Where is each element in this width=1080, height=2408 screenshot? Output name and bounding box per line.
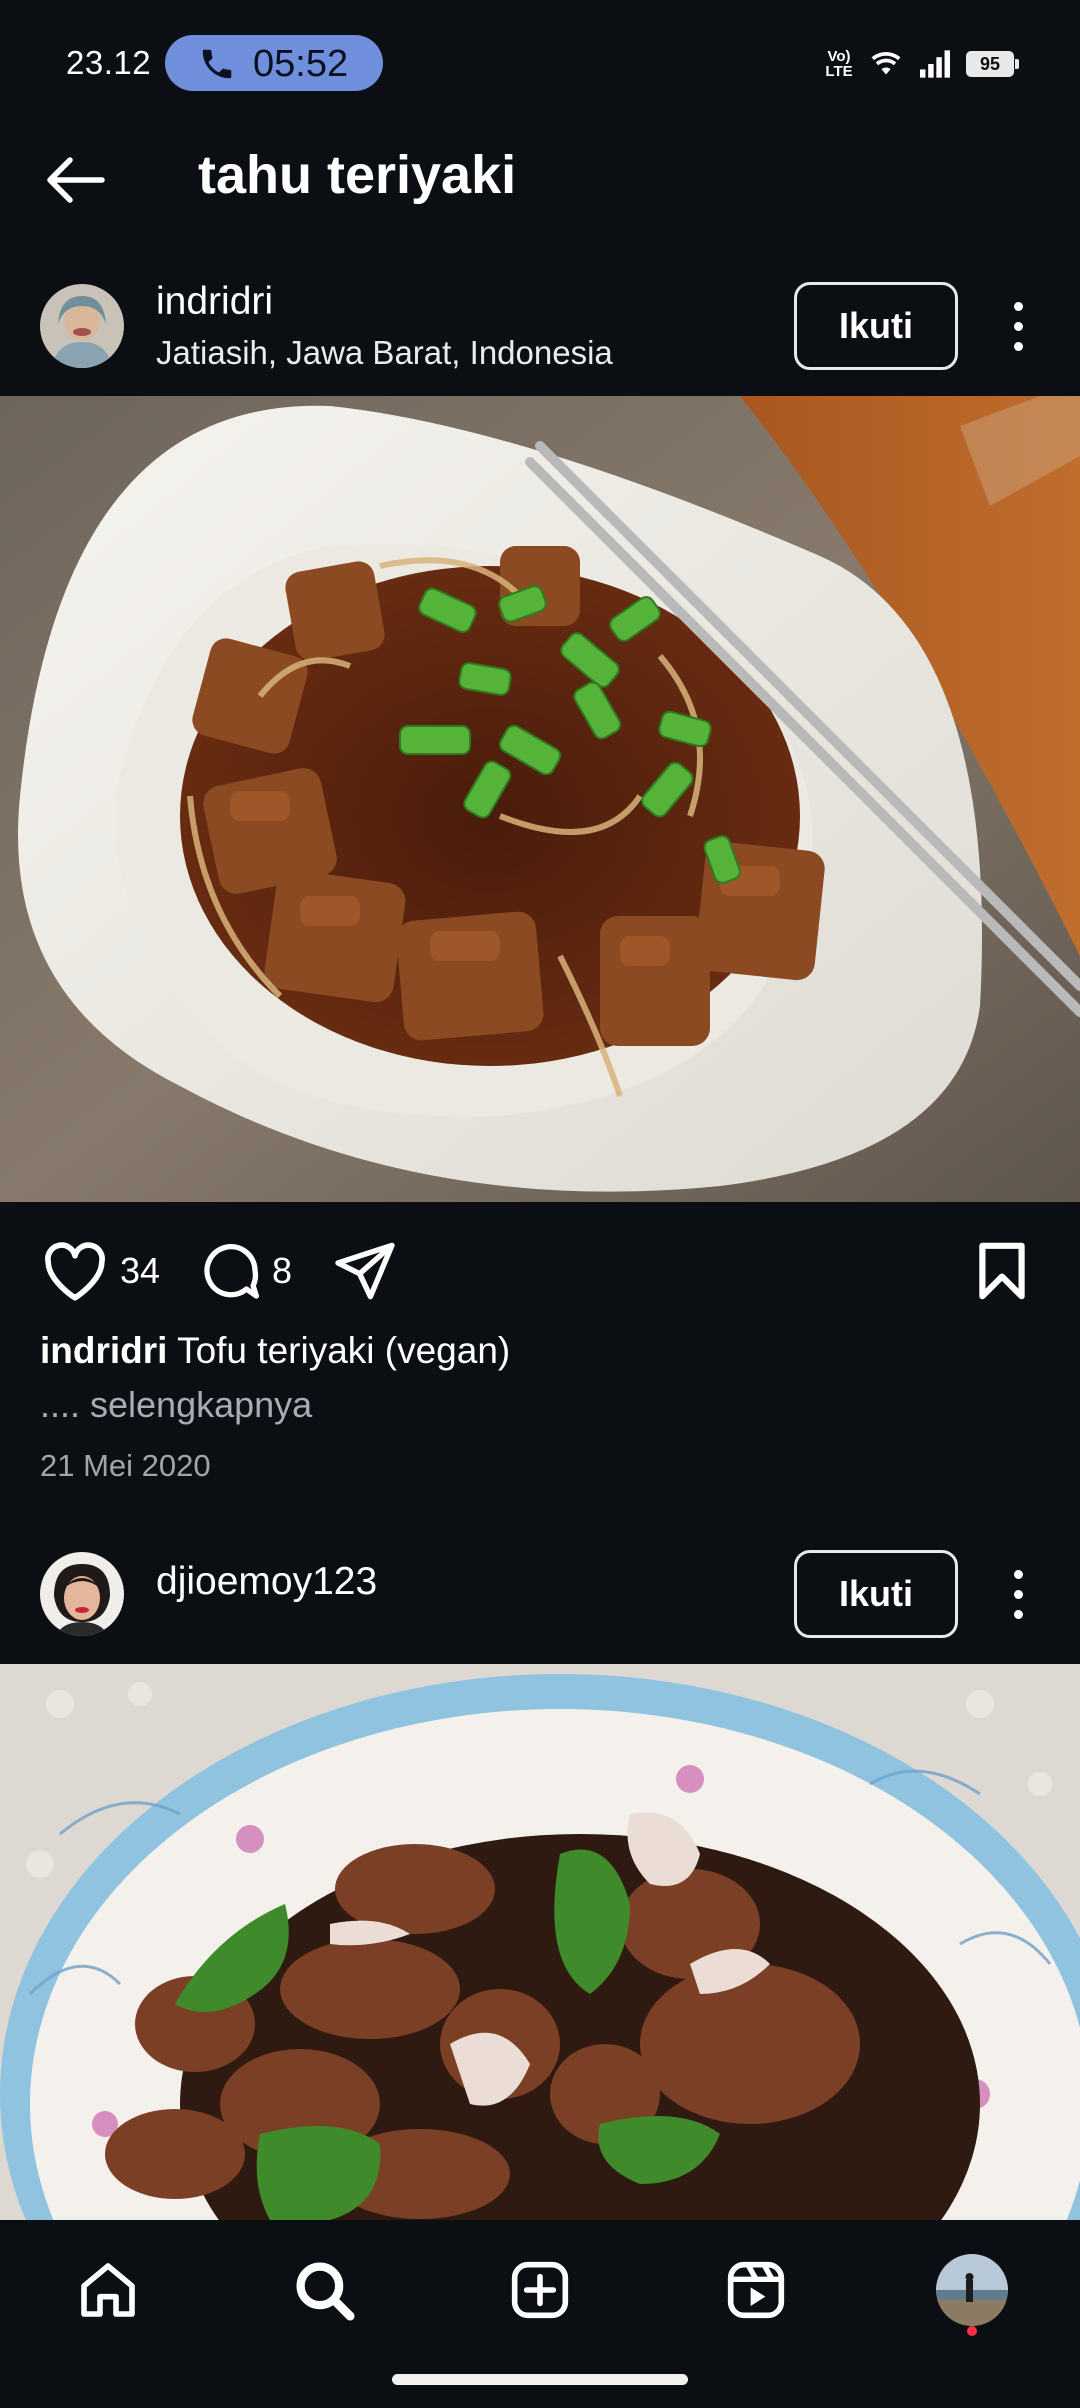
comment-icon[interactable] <box>198 1240 264 1304</box>
post-header: indridri Jatiasih, Jawa Barat, Indonesia… <box>0 270 1080 396</box>
notification-dot <box>967 2326 977 2336</box>
nav-reels[interactable] <box>716 2250 796 2330</box>
nav-create[interactable] <box>500 2250 580 2330</box>
nav-home[interactable] <box>68 2250 148 2330</box>
heart-icon[interactable] <box>40 1240 110 1302</box>
wifi-icon <box>871 52 901 75</box>
caption-username[interactable]: indridri <box>40 1330 167 1371</box>
post-header: djioemoy123 Ikuti <box>0 1540 1080 1664</box>
post-date: 21 Mei 2020 <box>40 1448 211 1483</box>
reels-icon <box>727 2261 785 2319</box>
nav-profile[interactable] <box>932 2250 1012 2330</box>
status-icons: Vo) LTE 95 <box>824 46 1019 82</box>
avatar[interactable] <box>40 284 124 368</box>
username[interactable]: djioemoy123 <box>156 1560 377 1604</box>
post-image[interactable] <box>0 1664 1080 2220</box>
like-count[interactable]: 34 <box>120 1250 160 1292</box>
status-bar: 23.12 05:52 Vo) LTE 95 <box>0 0 1080 130</box>
more-vertical-icon[interactable] <box>1000 1554 1036 1634</box>
search-icon <box>296 2262 355 2321</box>
username[interactable]: indridri <box>156 280 273 324</box>
arrow-left-icon[interactable] <box>40 150 110 210</box>
ongoing-call-pill[interactable]: 05:52 <box>165 35 383 91</box>
create-icon <box>511 2261 569 2319</box>
profile-avatar <box>936 2254 1008 2326</box>
post-image[interactable] <box>0 396 1080 1202</box>
comment-count[interactable]: 8 <box>272 1250 292 1292</box>
caption-text: Tofu teriyaki (vegan) <box>177 1330 511 1371</box>
send-icon[interactable] <box>332 1240 398 1302</box>
see-more-link[interactable]: .... selengkapnya <box>40 1384 312 1426</box>
home-indicator[interactable] <box>392 2374 688 2385</box>
follow-button[interactable]: Ikuti <box>794 282 958 370</box>
avatar[interactable] <box>40 1552 124 1636</box>
page-title: tahu teriyaki <box>198 145 517 205</box>
call-timer: 05:52 <box>253 43 349 85</box>
status-time: 23.12 <box>66 44 152 81</box>
bottom-navigation <box>0 2220 1080 2408</box>
bookmark-icon[interactable] <box>974 1240 1030 1302</box>
home-icon <box>81 2263 135 2317</box>
signal-icon <box>920 50 950 78</box>
volte-icon: Vo) LTE <box>825 48 853 80</box>
nav-search[interactable] <box>284 2250 364 2330</box>
more-vertical-icon[interactable] <box>1000 286 1036 366</box>
follow-button[interactable]: Ikuti <box>794 1550 958 1638</box>
post-caption: indridri Tofu teriyaki (vegan) <box>40 1330 510 1372</box>
location[interactable]: Jatiasih, Jawa Barat, Indonesia <box>156 334 613 372</box>
battery-icon: 95 <box>966 51 1019 77</box>
page-header: tahu teriyaki <box>0 130 1080 230</box>
phone-icon <box>202 49 232 79</box>
post-actions: 34 8 <box>0 1222 1080 1318</box>
